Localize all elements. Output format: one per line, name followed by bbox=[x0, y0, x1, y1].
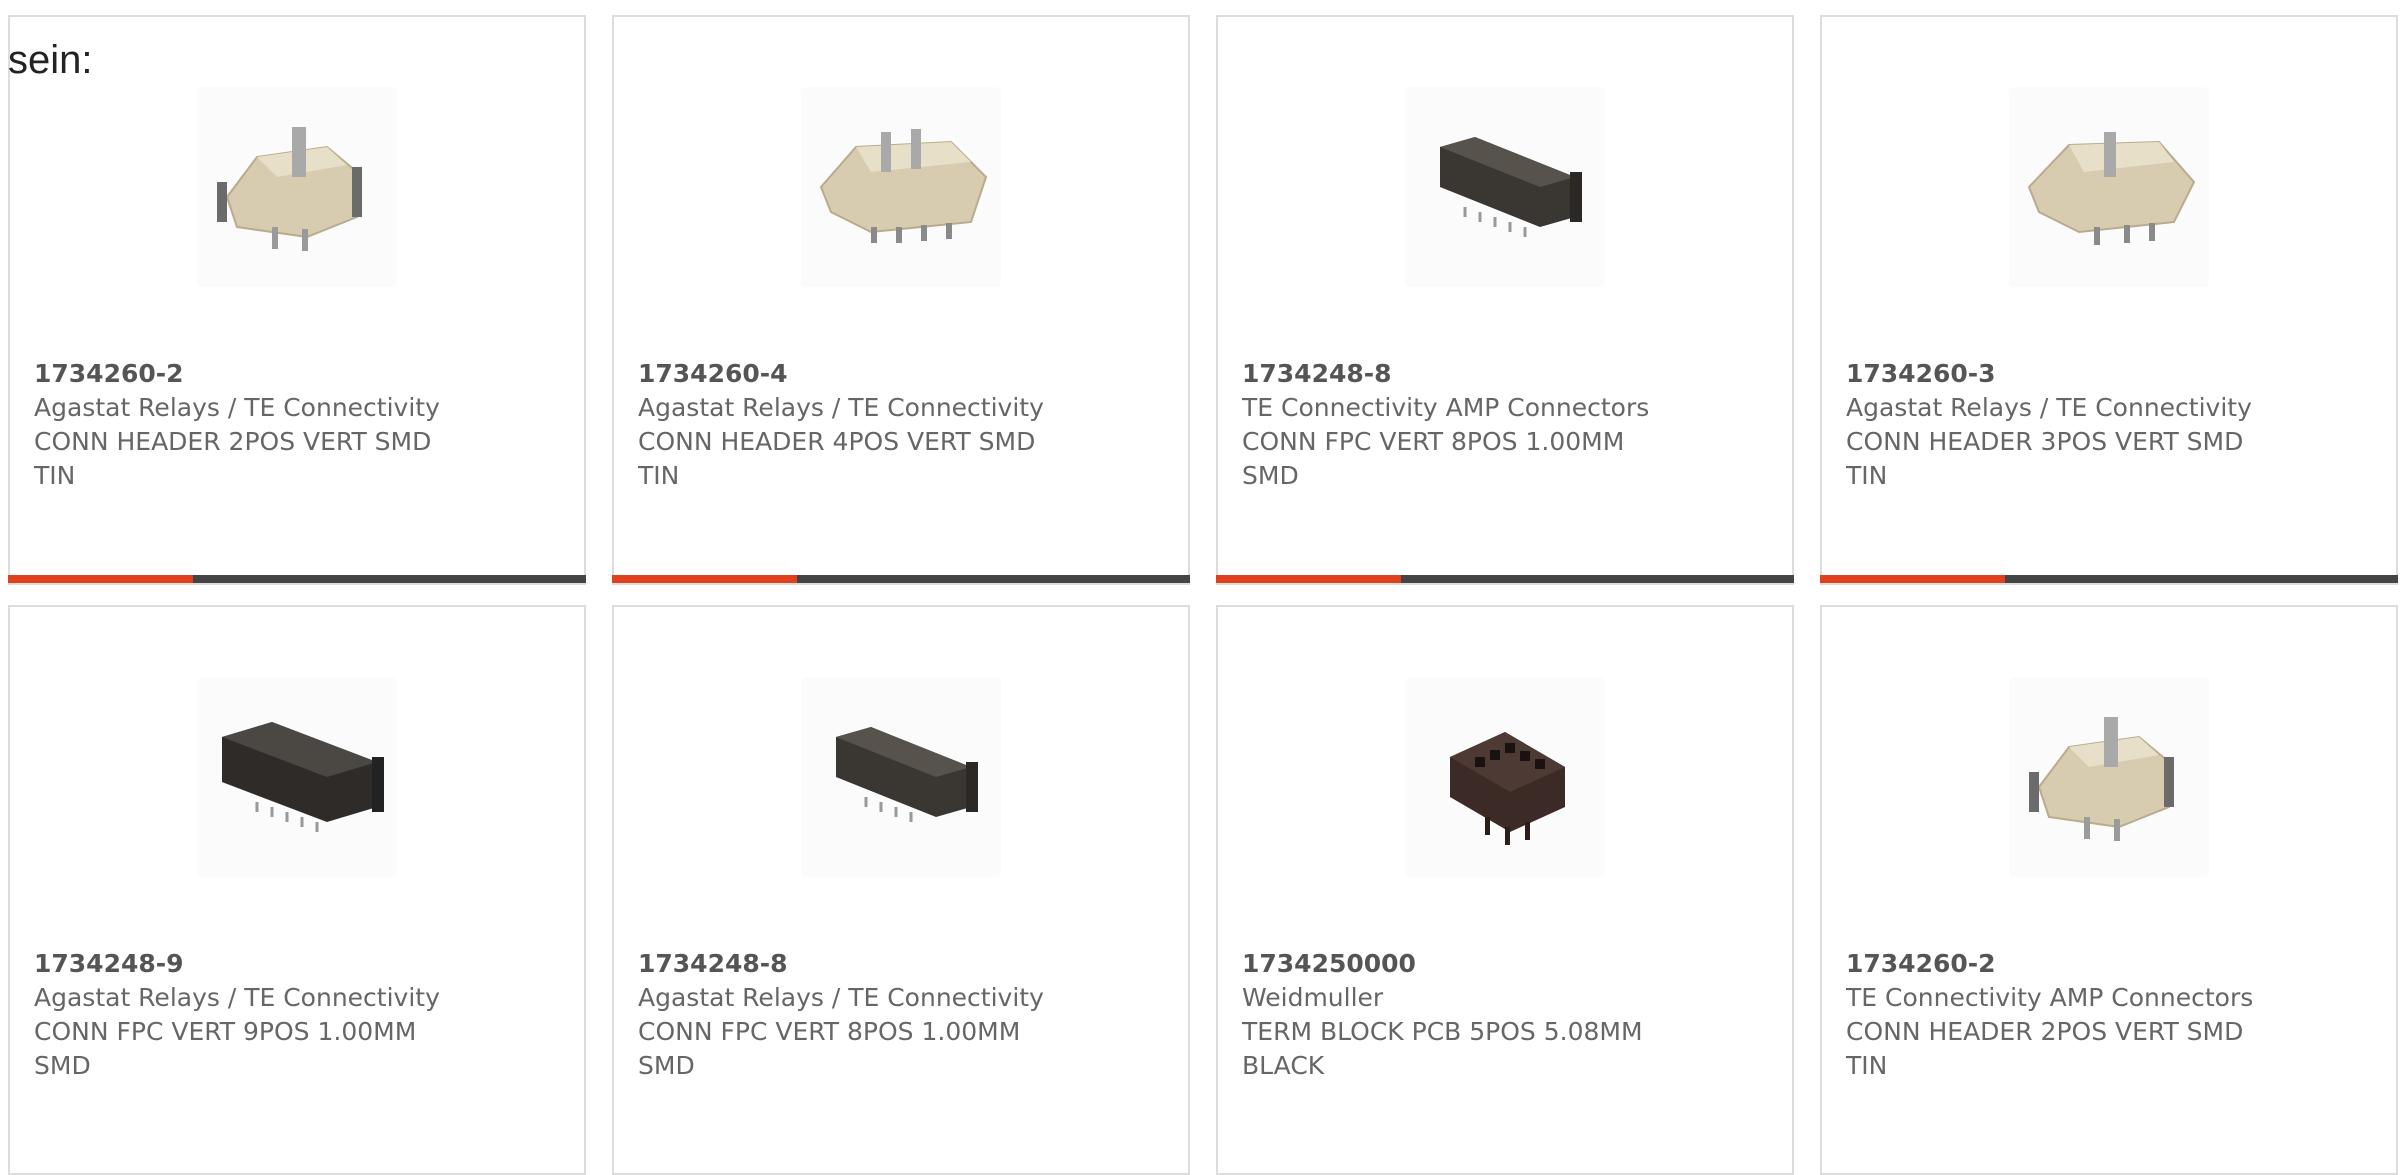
product-card[interactable]: 1734250000 Weidmuller TERM BLOCK PCB 5PO… bbox=[1216, 605, 1794, 1175]
card-hover-bar-accent bbox=[8, 575, 193, 583]
product-card[interactable]: 1734260-2 TE Connectivity AMP Connectors… bbox=[1820, 605, 2398, 1175]
description-line-1: CONN HEADER 4POS VERT SMD bbox=[638, 427, 1036, 456]
manufacturer: Agastat Relays / TE Connectivity bbox=[34, 393, 440, 422]
description-line-2: TIN bbox=[1846, 461, 1888, 490]
description-line-1: CONN FPC VERT 9POS 1.00MM bbox=[34, 1017, 417, 1046]
terminal-block-icon[interactable] bbox=[1405, 677, 1605, 877]
description-line-2: TIN bbox=[638, 461, 680, 490]
product-info: 1734248-8 TE Connectivity AMP Connectors… bbox=[1242, 357, 1762, 493]
beige-header-connector-icon[interactable] bbox=[2009, 87, 2209, 287]
manufacturer: TE Connectivity AMP Connectors bbox=[1846, 983, 2254, 1012]
beige-header-connector-icon[interactable] bbox=[801, 87, 1001, 287]
description-line-2: SMD bbox=[638, 1051, 695, 1080]
black-fpc-connector-icon[interactable] bbox=[197, 677, 397, 877]
manufacturer: TE Connectivity AMP Connectors bbox=[1242, 393, 1650, 422]
product-card[interactable]: 1734260-2 Agastat Relays / TE Connectivi… bbox=[8, 15, 586, 585]
product-info: 1734248-8 Agastat Relays / TE Connectivi… bbox=[638, 947, 1158, 1083]
product-info: 1734260-2 TE Connectivity AMP Connectors… bbox=[1846, 947, 2366, 1083]
product-card[interactable]: 1734260-4 Agastat Relays / TE Connectivi… bbox=[612, 15, 1190, 585]
part-number[interactable]: 1734248-8 bbox=[638, 947, 1158, 981]
product-info: 1734260-2 Agastat Relays / TE Connectivi… bbox=[34, 357, 554, 493]
part-number[interactable]: 1734248-9 bbox=[34, 947, 554, 981]
manufacturer: Agastat Relays / TE Connectivity bbox=[34, 983, 440, 1012]
part-number[interactable]: 1734260-2 bbox=[1846, 947, 2366, 981]
description-line-1: CONN FPC VERT 8POS 1.00MM bbox=[638, 1017, 1021, 1046]
beige-header-connector-icon[interactable] bbox=[2009, 677, 2209, 877]
manufacturer: Agastat Relays / TE Connectivity bbox=[1846, 393, 2252, 422]
black-fpc-connector-icon[interactable] bbox=[801, 677, 1001, 877]
part-number[interactable]: 1734260-4 bbox=[638, 357, 1158, 391]
part-number[interactable]: 1734260-3 bbox=[1846, 357, 2366, 391]
product-info: 1734260-4 Agastat Relays / TE Connectivi… bbox=[638, 357, 1158, 493]
product-card[interactable]: 1734248-8 TE Connectivity AMP Connectors… bbox=[1216, 15, 1794, 585]
intro-text: sein: bbox=[8, 38, 93, 82]
product-card[interactable]: 1734260-3 Agastat Relays / TE Connectivi… bbox=[1820, 15, 2398, 585]
beige-header-connector-icon[interactable] bbox=[197, 87, 397, 287]
description-line-1: CONN HEADER 2POS VERT SMD bbox=[1846, 1017, 2244, 1046]
part-number[interactable]: 1734248-8 bbox=[1242, 357, 1762, 391]
product-info: 1734250000 Weidmuller TERM BLOCK PCB 5PO… bbox=[1242, 947, 1762, 1083]
product-info: 1734248-9 Agastat Relays / TE Connectivi… bbox=[34, 947, 554, 1083]
description-line-2: TIN bbox=[34, 461, 76, 490]
product-grid: 1734260-2 Agastat Relays / TE Connectivi… bbox=[8, 15, 2400, 1175]
description-line-1: TERM BLOCK PCB 5POS 5.08MM bbox=[1242, 1017, 1643, 1046]
description-line-2: SMD bbox=[34, 1051, 91, 1080]
card-hover-bar bbox=[612, 575, 1190, 583]
card-hover-bar bbox=[1216, 575, 1794, 583]
part-number[interactable]: 1734260-2 bbox=[34, 357, 554, 391]
card-hover-bar-accent bbox=[1216, 575, 1401, 583]
description-line-1: CONN FPC VERT 8POS 1.00MM bbox=[1242, 427, 1625, 456]
card-hover-bar-accent bbox=[612, 575, 797, 583]
description-line-2: SMD bbox=[1242, 461, 1299, 490]
manufacturer: Weidmuller bbox=[1242, 983, 1384, 1012]
card-hover-bar bbox=[8, 575, 586, 583]
manufacturer: Agastat Relays / TE Connectivity bbox=[638, 983, 1044, 1012]
card-hover-bar bbox=[1820, 575, 2398, 583]
product-info: 1734260-3 Agastat Relays / TE Connectivi… bbox=[1846, 357, 2366, 493]
description-line-2: TIN bbox=[1846, 1051, 1888, 1080]
product-card[interactable]: 1734248-8 Agastat Relays / TE Connectivi… bbox=[612, 605, 1190, 1175]
product-card[interactable]: 1734248-9 Agastat Relays / TE Connectivi… bbox=[8, 605, 586, 1175]
manufacturer: Agastat Relays / TE Connectivity bbox=[638, 393, 1044, 422]
description-line-2: BLACK bbox=[1242, 1051, 1325, 1080]
description-line-1: CONN HEADER 3POS VERT SMD bbox=[1846, 427, 2244, 456]
black-fpc-connector-icon[interactable] bbox=[1405, 87, 1605, 287]
part-number[interactable]: 1734250000 bbox=[1242, 947, 1762, 981]
description-line-1: CONN HEADER 2POS VERT SMD bbox=[34, 427, 432, 456]
card-hover-bar-accent bbox=[1820, 575, 2005, 583]
